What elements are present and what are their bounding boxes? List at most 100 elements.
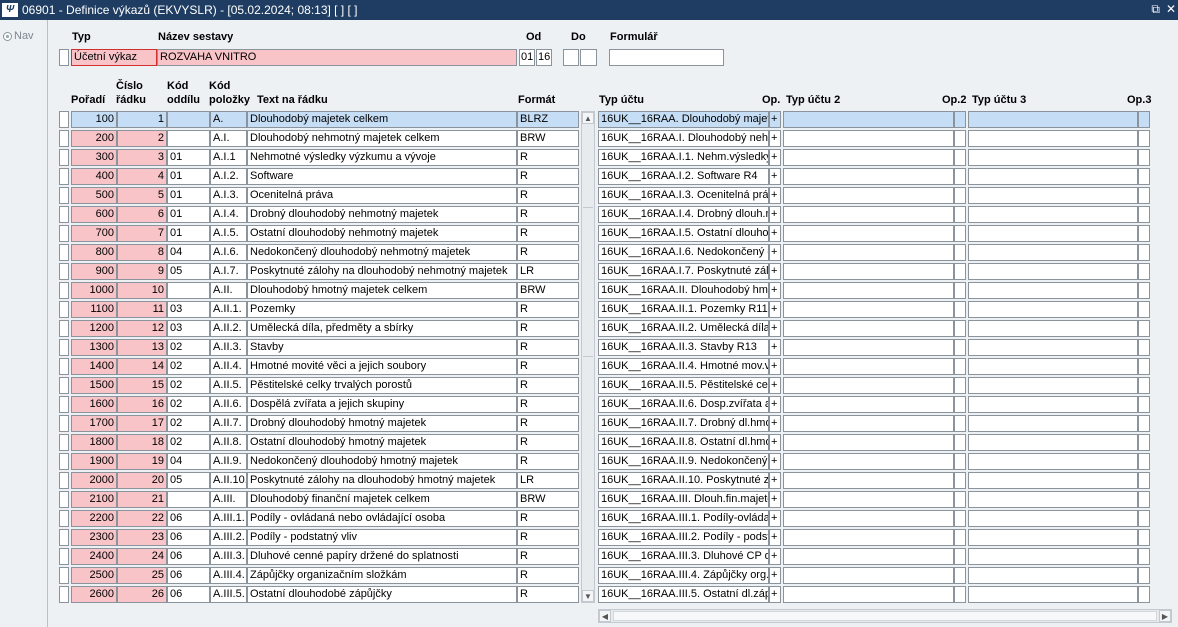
typ-uctu-cell[interactable]: 16UK__16RAA.II.6. Dosp.zvířata a: [598, 396, 769, 413]
kod-oddilu-cell[interactable]: 06: [167, 586, 210, 603]
typ-uctu-3-cell[interactable]: [968, 225, 1138, 242]
typ-uctu-2-cell[interactable]: [783, 149, 954, 166]
kod-polozky-cell[interactable]: A.II.9.: [210, 453, 247, 470]
typ-uctu-2-cell[interactable]: [783, 510, 954, 527]
kod-oddilu-cell[interactable]: 02: [167, 377, 210, 394]
op2-cell[interactable]: [954, 301, 966, 318]
text-cell[interactable]: Ostatní dlouhodobý hmotný majetek: [247, 434, 517, 451]
poradi-cell[interactable]: 600: [71, 206, 117, 223]
poradi-cell[interactable]: 1000: [71, 282, 117, 299]
row-selector[interactable]: [59, 149, 69, 166]
horizontal-scrollbar[interactable]: ◀ ▶: [598, 609, 1172, 623]
op2-cell[interactable]: [954, 415, 966, 432]
text-cell[interactable]: Nedokončený dlouhodobý nehmotný majetek: [247, 244, 517, 261]
kod-oddilu-cell[interactable]: 06: [167, 529, 210, 546]
restore-icon[interactable]: ⧉: [1151, 2, 1160, 17]
op3-cell[interactable]: [1138, 130, 1150, 147]
poradi-cell[interactable]: 2200: [71, 510, 117, 527]
op-cell[interactable]: +: [769, 168, 781, 185]
row-selector[interactable]: [59, 263, 69, 280]
typ-uctu-3-cell[interactable]: [968, 586, 1138, 603]
op3-cell[interactable]: [1138, 358, 1150, 375]
format-cell[interactable]: R: [517, 510, 579, 527]
typ-uctu-2-cell[interactable]: [783, 263, 954, 280]
typ-uctu-2-cell[interactable]: [783, 548, 954, 565]
typ-uctu-cell[interactable]: 16UK__16RAA.II.4. Hmotné mov.věci: [598, 358, 769, 375]
typ-uctu-3-cell[interactable]: [968, 548, 1138, 565]
format-cell[interactable]: R: [517, 339, 579, 356]
poradi-cell[interactable]: 300: [71, 149, 117, 166]
op-cell[interactable]: +: [769, 206, 781, 223]
kod-polozky-cell[interactable]: A.II.7.: [210, 415, 247, 432]
op3-cell[interactable]: [1138, 263, 1150, 280]
row-selector[interactable]: [59, 472, 69, 489]
cislo-radku-cell[interactable]: 9: [117, 263, 167, 280]
row-selector[interactable]: [59, 320, 69, 337]
kod-oddilu-cell[interactable]: 06: [167, 567, 210, 584]
row-selector[interactable]: [59, 510, 69, 527]
format-cell[interactable]: LR: [517, 263, 579, 280]
op-cell[interactable]: +: [769, 434, 781, 451]
format-cell[interactable]: R: [517, 320, 579, 337]
cislo-radku-cell[interactable]: 3: [117, 149, 167, 166]
typ-uctu-2-cell[interactable]: [783, 453, 954, 470]
typ-uctu-cell[interactable]: 16UK__16RAA.II.1. Pozemky R11: [598, 301, 769, 318]
row-selector[interactable]: [59, 187, 69, 204]
op-cell[interactable]: +: [769, 282, 781, 299]
kod-polozky-cell[interactable]: A.I.3.: [210, 187, 247, 204]
close-icon[interactable]: ✕: [1166, 2, 1176, 17]
kod-polozky-cell[interactable]: A.I.: [210, 130, 247, 147]
op2-cell[interactable]: [954, 453, 966, 470]
od-year-field[interactable]: 16: [536, 49, 552, 66]
do-month-field[interactable]: [563, 49, 579, 66]
poradi-cell[interactable]: 1200: [71, 320, 117, 337]
text-cell[interactable]: Podíly - podstatný vliv: [247, 529, 517, 546]
text-cell[interactable]: Drobný dlouhodobý nehmotný majetek: [247, 206, 517, 223]
kod-oddilu-cell[interactable]: 04: [167, 453, 210, 470]
op3-cell[interactable]: [1138, 225, 1150, 242]
typ-uctu-3-cell[interactable]: [968, 529, 1138, 546]
cislo-radku-cell[interactable]: 8: [117, 244, 167, 261]
op2-cell[interactable]: [954, 244, 966, 261]
text-cell[interactable]: Software: [247, 168, 517, 185]
typ-uctu-2-cell[interactable]: [783, 529, 954, 546]
format-cell[interactable]: R: [517, 567, 579, 584]
op2-cell[interactable]: [954, 529, 966, 546]
cislo-radku-cell[interactable]: 19: [117, 453, 167, 470]
kod-polozky-cell[interactable]: A.I.1: [210, 149, 247, 166]
cislo-radku-cell[interactable]: 18: [117, 434, 167, 451]
typ-uctu-cell[interactable]: 16UK__16RAA.III. Dlouh.fin.majetek: [598, 491, 769, 508]
row-selector[interactable]: [59, 225, 69, 242]
op3-cell[interactable]: [1138, 586, 1150, 603]
op2-cell[interactable]: [954, 111, 966, 128]
poradi-cell[interactable]: 2400: [71, 548, 117, 565]
row-selector[interactable]: [59, 111, 69, 128]
cislo-radku-cell[interactable]: 2: [117, 130, 167, 147]
kod-polozky-cell[interactable]: A.III.1.: [210, 510, 247, 527]
typ-uctu-3-cell[interactable]: [968, 111, 1138, 128]
typ-uctu-2-cell[interactable]: [783, 187, 954, 204]
kod-polozky-cell[interactable]: A.II.6.: [210, 396, 247, 413]
op2-cell[interactable]: [954, 472, 966, 489]
poradi-cell[interactable]: 2100: [71, 491, 117, 508]
row-selector[interactable]: [59, 377, 69, 394]
kod-polozky-cell[interactable]: A.II.4.: [210, 358, 247, 375]
row-selector[interactable]: [59, 586, 69, 603]
typ-uctu-3-cell[interactable]: [968, 320, 1138, 337]
row-selector[interactable]: [59, 339, 69, 356]
typ-uctu-3-cell[interactable]: [968, 339, 1138, 356]
op3-cell[interactable]: [1138, 453, 1150, 470]
op2-cell[interactable]: [954, 567, 966, 584]
typ-uctu-3-cell[interactable]: [968, 358, 1138, 375]
format-cell[interactable]: BRW: [517, 282, 579, 299]
text-cell[interactable]: Pěstitelské celky trvalých porostů: [247, 377, 517, 394]
row-selector[interactable]: [59, 548, 69, 565]
text-cell[interactable]: Dlouhodobý nehmotný majetek celkem: [247, 130, 517, 147]
op2-cell[interactable]: [954, 282, 966, 299]
format-cell[interactable]: LR: [517, 472, 579, 489]
op3-cell[interactable]: [1138, 339, 1150, 356]
cislo-radku-cell[interactable]: 23: [117, 529, 167, 546]
text-cell[interactable]: Pozemky: [247, 301, 517, 318]
kod-oddilu-cell[interactable]: 01: [167, 206, 210, 223]
poradi-cell[interactable]: 800: [71, 244, 117, 261]
